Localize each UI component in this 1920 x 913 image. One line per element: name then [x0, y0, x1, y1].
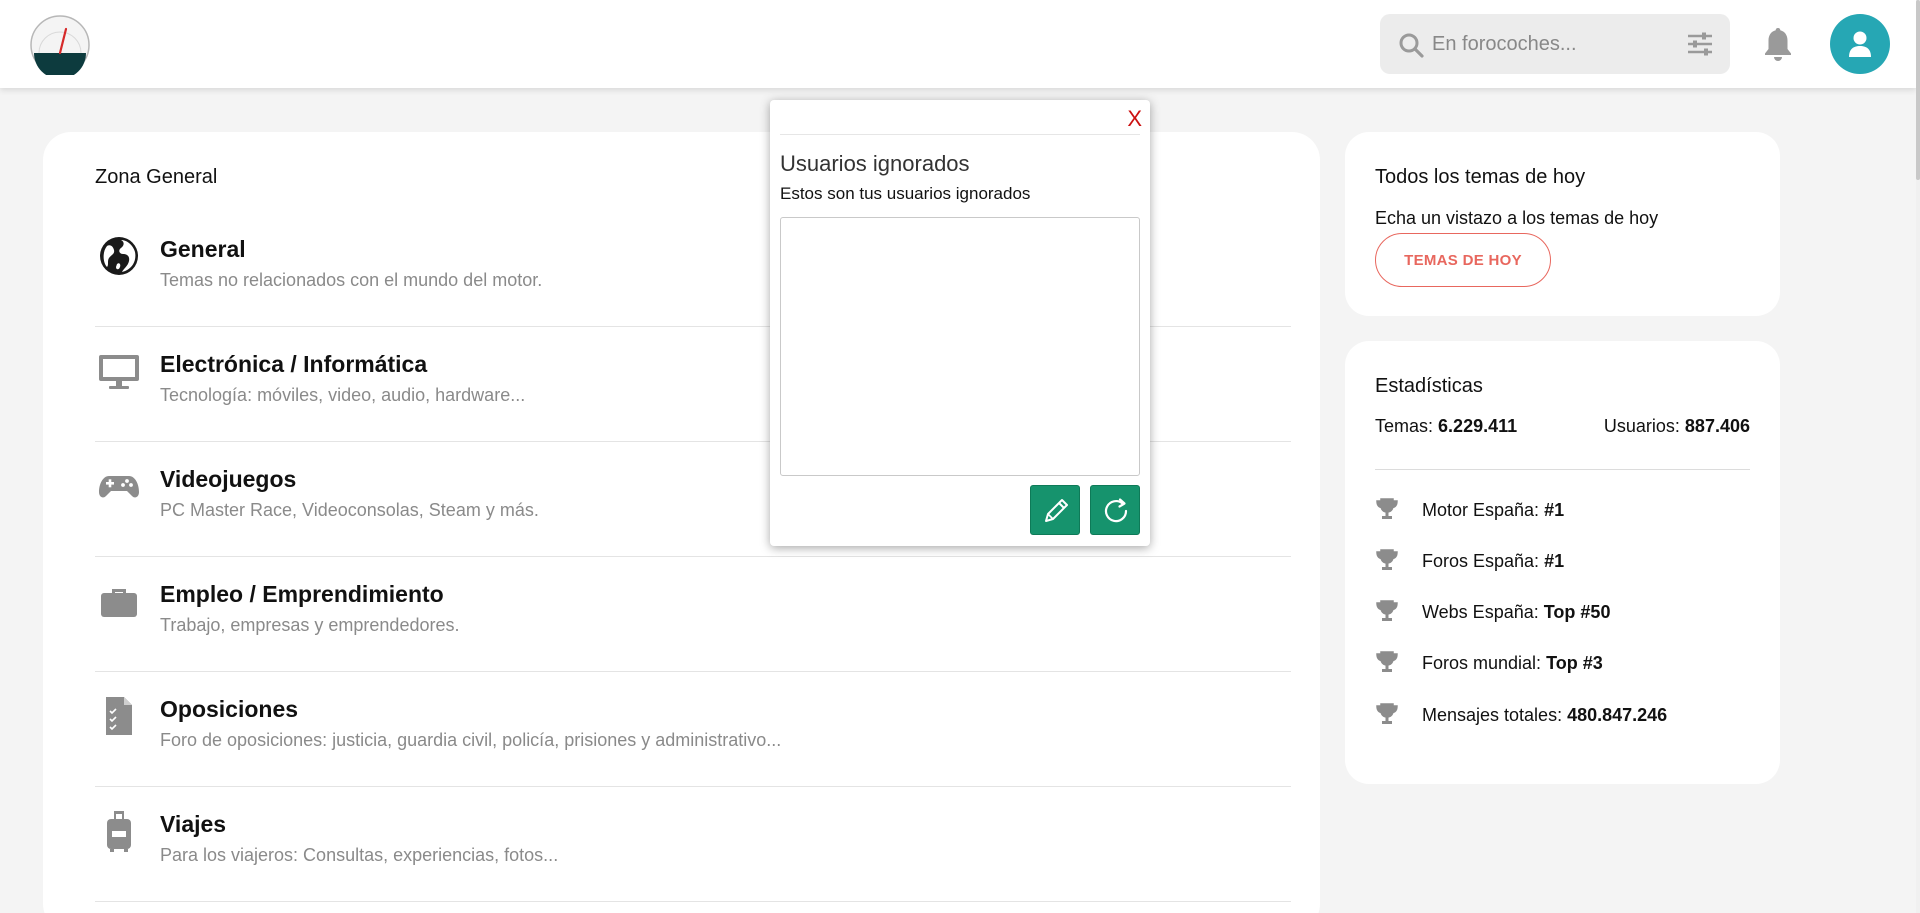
forum-name[interactable]: Viajes [160, 811, 226, 838]
forum-description: Trabajo, empresas y emprendedores. [160, 615, 460, 635]
forum-item-viajes[interactable]: Viajes Para los viajeros: Consultas, exp… [95, 787, 1291, 902]
today-topics-button[interactable]: TEMAS DE HOY [1375, 233, 1551, 287]
top-bar [0, 0, 1916, 88]
modal-divider [780, 134, 1140, 135]
user-avatar-button[interactable] [1830, 14, 1890, 74]
refresh-button[interactable] [1090, 485, 1140, 535]
rank-label: Foros mundial: [1422, 653, 1542, 673]
forum-name[interactable]: General [160, 236, 246, 263]
forum-description: Para los viajeros: Consultas, experienci… [160, 845, 559, 865]
search-input[interactable] [1432, 24, 1662, 64]
trophy-icon [1376, 498, 1398, 519]
gamepad-icon [99, 476, 139, 498]
monitor-icon [99, 355, 139, 389]
statistics-card: Estadísticas Temas: 6.229.411 Usuarios: … [1345, 341, 1780, 784]
search-box[interactable] [1380, 14, 1730, 74]
document-checklist-icon [106, 697, 132, 735]
page-scrollbar[interactable] [1916, 0, 1920, 913]
bell-icon[interactable] [1762, 26, 1794, 62]
users-label: Usuarios: [1603, 416, 1680, 436]
rank-value: Top #50 [1543, 602, 1611, 622]
globe-icon [100, 237, 138, 275]
modal-title: Usuarios ignorados [780, 151, 970, 176]
pencil-icon [1045, 499, 1068, 522]
ignored-users-textarea[interactable] [780, 217, 1140, 476]
users-value: 887.406 [1684, 416, 1750, 436]
refresh-icon [1104, 498, 1128, 523]
trophy-icon [1376, 600, 1398, 621]
forum-description: Foro de oposiciones: justicia, guardia c… [160, 730, 782, 750]
trophy-icon [1376, 549, 1398, 570]
rank-label: Webs España: [1422, 602, 1539, 622]
trophy-icon [1376, 703, 1398, 724]
rank-label: Mensajes totales: [1422, 705, 1563, 725]
search-icon [1399, 33, 1424, 58]
forum-name[interactable]: Electrónica / Informática [160, 351, 427, 378]
trophy-icon [1376, 651, 1398, 672]
forum-name[interactable]: Oposiciones [160, 696, 298, 723]
today-topics-card: Todos los temas de hoy Echa un vistazo a… [1345, 132, 1780, 316]
briefcase-icon [101, 589, 137, 617]
ignored-users-modal: X Usuarios ignorados Estos son tus usuar… [770, 100, 1150, 546]
topics-label: Temas: [1375, 416, 1434, 436]
topics-count: Temas: 6.229.411 [1375, 416, 1517, 437]
rank-value: Top #3 [1546, 653, 1603, 673]
edit-button[interactable] [1030, 485, 1080, 535]
forum-name[interactable]: Videojuegos [160, 466, 296, 493]
forum-item-oposiciones[interactable]: Oposiciones Foro de oposiciones: justici… [95, 672, 1291, 787]
modal-close-button[interactable]: X [1127, 106, 1142, 132]
forocoches-logo[interactable] [30, 15, 90, 79]
rank-label: Foros España: [1422, 551, 1540, 571]
forum-item-empleo[interactable]: Empleo / Emprendimiento Trabajo, empresa… [95, 557, 1291, 672]
topics-value: 6.229.411 [1438, 416, 1518, 436]
user-icon [1849, 31, 1871, 57]
suitcase-icon [107, 811, 131, 852]
forum-description: Temas no relacionados con el mundo del m… [160, 270, 543, 290]
zone-title: Zona General [95, 166, 218, 188]
stats-divider [1375, 469, 1750, 470]
scrollbar-thumb[interactable] [1916, 0, 1920, 180]
today-topics-title: Todos los temas de hoy [1375, 166, 1586, 188]
rank-value: 480.847.246 [1567, 705, 1668, 725]
forum-name[interactable]: Empleo / Emprendimiento [160, 581, 444, 608]
today-topics-subtitle: Echa un vistazo a los temas de hoy [1375, 208, 1659, 228]
rank-value: #1 [1544, 500, 1565, 520]
modal-subtitle: Estos son tus usuarios ignorados [780, 184, 1031, 203]
statistics-title: Estadísticas [1375, 375, 1483, 397]
rank-label: Motor España: [1422, 500, 1540, 520]
filter-sliders-icon[interactable] [1686, 31, 1714, 57]
rank-value: #1 [1544, 551, 1565, 571]
forum-description: PC Master Race, Videoconsolas, Steam y m… [160, 500, 539, 520]
forum-description: Tecnología: móviles, video, audio, hardw… [160, 385, 526, 405]
users-count: Usuarios: 887.406 [1604, 416, 1750, 437]
